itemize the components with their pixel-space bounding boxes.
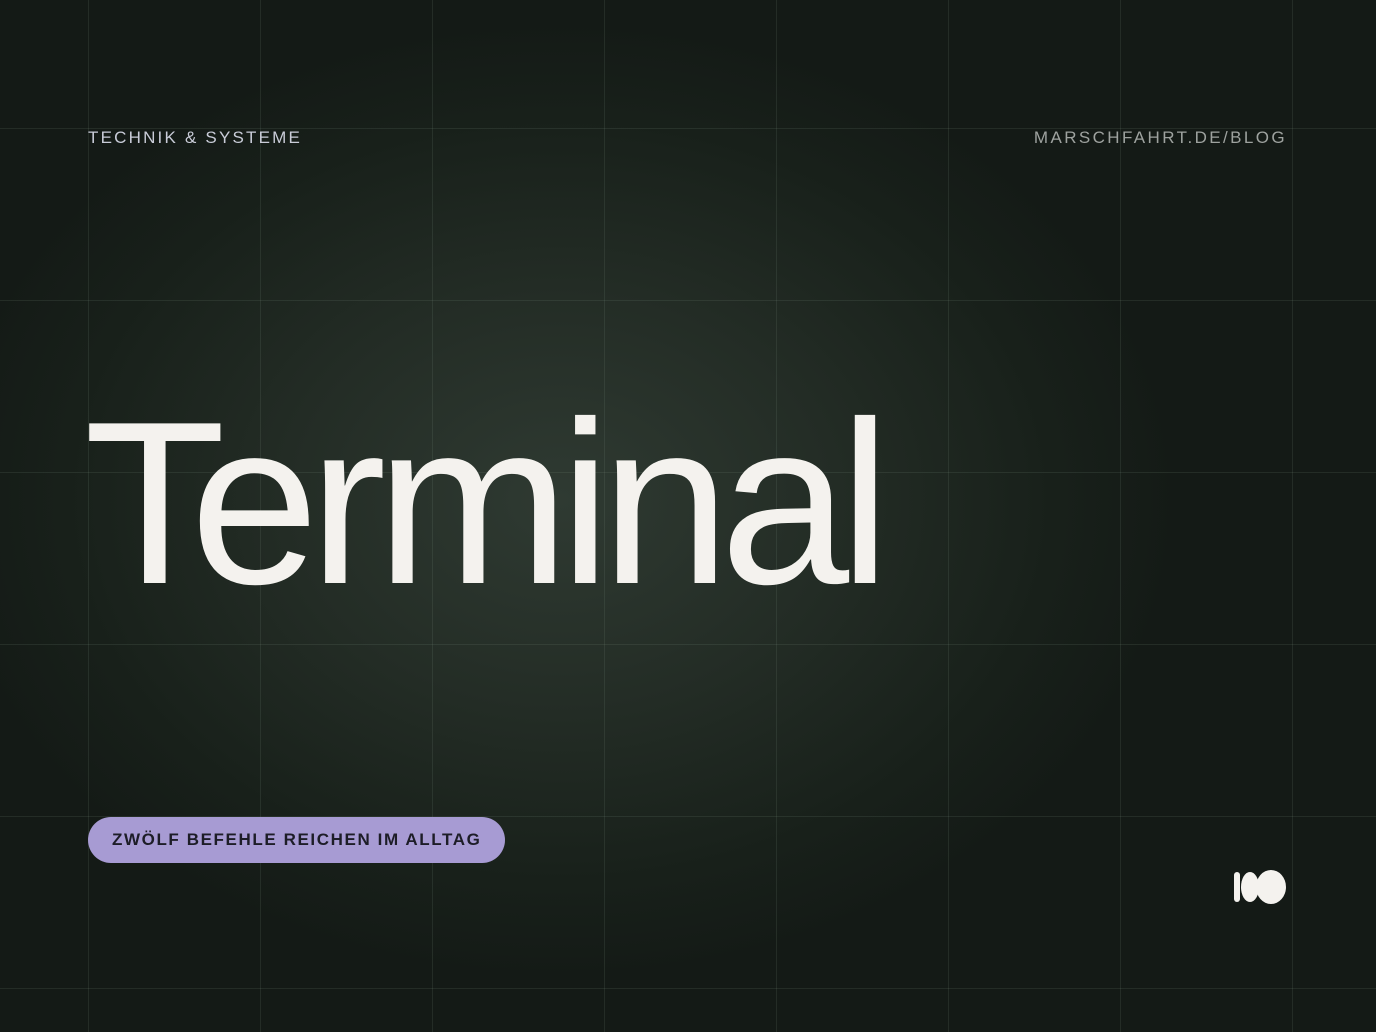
site-url: MARSCHFAHRT.DE/BLOG (1033, 128, 1287, 147)
cover-canvas: TECHNIK & SYSTEME MARSCHFAHRT.DE/BLOG Te… (0, 0, 1376, 1032)
page-title: Terminal (84, 374, 891, 633)
category-label: TECHNIK & SYSTEME (88, 128, 303, 147)
tagline-text: ZWÖLF BEFEHLE REICHEN IM ALLTAG (112, 830, 482, 849)
tagline-badge: ZWÖLF BEFEHLE REICHEN IM ALLTAG (88, 817, 506, 863)
brand-mark-icon (1234, 870, 1286, 904)
